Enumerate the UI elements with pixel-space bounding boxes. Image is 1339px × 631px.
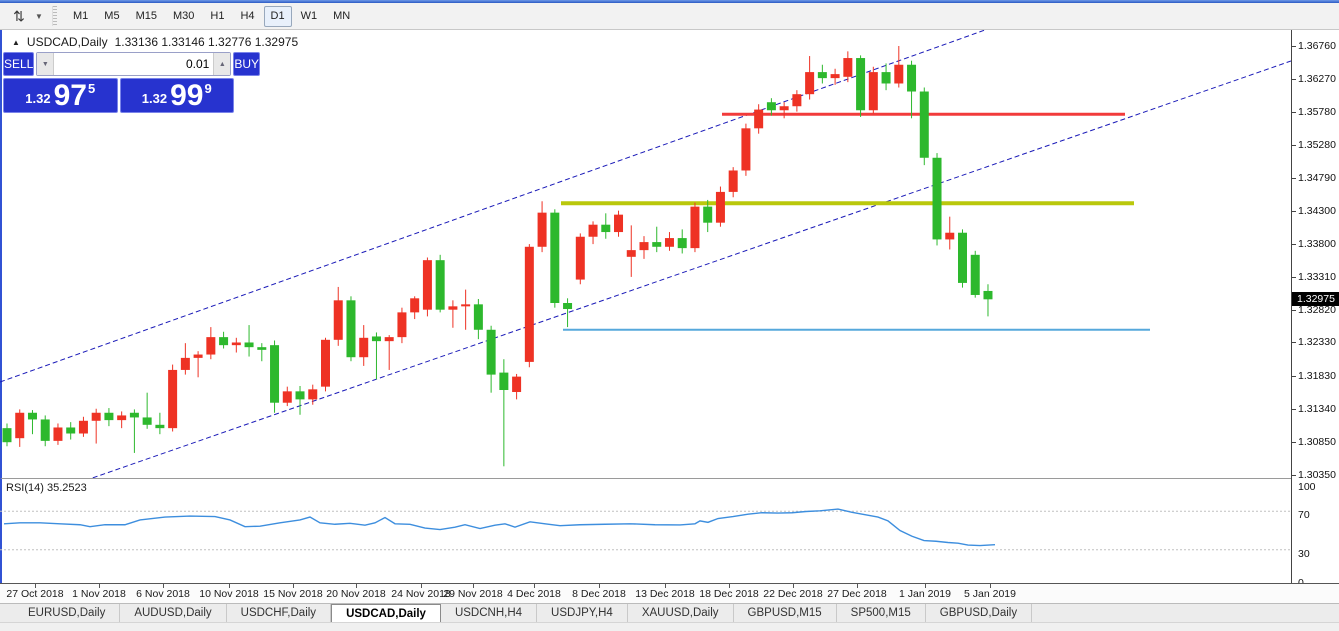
date-axis-label: 18 Dec 2018 xyxy=(699,588,759,600)
timeframe-button-w1[interactable]: W1 xyxy=(294,6,325,27)
date-axis-label: 8 Dec 2018 xyxy=(572,588,626,600)
price-axis-label: 1.33310 xyxy=(1298,271,1336,283)
date-axis-label: 10 Nov 2018 xyxy=(199,588,259,600)
price-axis-label: 1.31340 xyxy=(1298,403,1336,415)
price-axis-label: 1.36270 xyxy=(1298,73,1336,85)
price-axis-label: 1.30350 xyxy=(1298,469,1336,481)
chart-tab-usdcad-daily[interactable]: USDCAD,Daily xyxy=(331,604,441,622)
chart-tab-audusd-daily[interactable]: AUDUSD,Daily xyxy=(120,604,226,622)
timeframe-buttons: M1M5M15M30H1H4D1W1MN xyxy=(65,6,358,27)
price-axis-label: 1.35280 xyxy=(1298,139,1336,151)
timeframe-toolbar: ⇅ ▼ M1M5M15M30H1H4D1W1MN xyxy=(0,3,1339,30)
chart-tab-usdchf-daily[interactable]: USDCHF,Daily xyxy=(227,604,331,622)
date-axis-label: 4 Dec 2018 xyxy=(507,588,561,600)
chart-symbol: USDCAD,Daily xyxy=(27,35,108,49)
timeframe-button-h1[interactable]: H1 xyxy=(203,6,231,27)
date-axis-label: 27 Oct 2018 xyxy=(6,588,63,600)
charts-toolbar-icon[interactable]: ⇅ xyxy=(6,5,32,27)
date-axis-label: 1 Nov 2018 xyxy=(72,588,126,600)
chart-tab-gbpusd-daily[interactable]: GBPUSD,Daily xyxy=(926,604,1032,622)
price-axis-label: 1.33800 xyxy=(1298,238,1336,250)
price-axis-label: 1.36760 xyxy=(1298,40,1336,52)
sell-price-display[interactable]: 1.32 97 5 xyxy=(3,78,118,113)
timeframe-button-mn[interactable]: MN xyxy=(326,6,357,27)
mt4-window: ⇅ ▼ M1M5M15M30H1H4D1W1MN 1.367601.362701… xyxy=(0,0,1339,631)
toolbar-grip[interactable] xyxy=(52,6,57,26)
rsi-axis-label: 70 xyxy=(1298,509,1310,521)
date-axis-label: 6 Nov 2018 xyxy=(136,588,190,600)
chart-tab-usdjpy-h4[interactable]: USDJPY,H4 xyxy=(537,604,628,622)
date-axis-label: 24 Nov 2018 xyxy=(391,588,451,600)
chart-tab-sp500-m15[interactable]: SP500,M15 xyxy=(837,604,926,622)
sell-price-prefix: 1.32 xyxy=(25,91,50,106)
date-axis-label: 13 Dec 2018 xyxy=(635,588,695,600)
date-axis-label: 29 Nov 2018 xyxy=(443,588,503,600)
volume-increase-button[interactable]: ▲ xyxy=(213,53,230,75)
date-axis-label: 5 Jan 2019 xyxy=(964,588,1016,600)
price-axis-label: 1.30850 xyxy=(1298,436,1336,448)
price-axis-label: 1.32330 xyxy=(1298,336,1336,348)
rsi-axis-label: 30 xyxy=(1298,548,1310,560)
price-axis-label: 1.35780 xyxy=(1298,106,1336,118)
timeframe-button-m30[interactable]: M30 xyxy=(166,6,201,27)
volume-input[interactable] xyxy=(54,53,213,75)
timeframe-button-h4[interactable]: H4 xyxy=(233,6,261,27)
sell-price-main: 97 xyxy=(54,82,87,110)
sell-price-pip: 5 xyxy=(88,81,95,96)
buy-price-pip: 9 xyxy=(204,81,211,96)
chart-tab-usdcnh-h4[interactable]: USDCNH,H4 xyxy=(441,604,537,622)
timeframe-button-m5[interactable]: M5 xyxy=(97,6,126,27)
timeframe-button-m15[interactable]: M15 xyxy=(129,6,164,27)
price-axis-label: 1.31830 xyxy=(1298,370,1336,382)
chevron-down-icon[interactable]: ▼ xyxy=(32,5,46,27)
buy-button[interactable]: BUY xyxy=(233,52,260,76)
rsi-label: RSI(14) 35.2523 xyxy=(6,482,87,494)
chart-tab-bar: EURUSD,DailyAUDUSD,DailyUSDCHF,DailyUSDC… xyxy=(0,603,1339,622)
timeframe-button-d1[interactable]: D1 xyxy=(264,6,292,27)
chart-ohlc-values: 1.33136 1.33146 1.32776 1.32975 xyxy=(115,35,299,49)
chart-title: ▲ USDCAD,Daily 1.33136 1.33146 1.32776 1… xyxy=(12,35,298,49)
one-click-trading-widget: SELL ▼ ▲ BUY 1.32 97 5 1.32 99 9 xyxy=(3,52,234,113)
rsi-indicator-panel[interactable] xyxy=(0,478,1291,583)
rsi-axis-label: 100 xyxy=(1298,481,1316,493)
collapse-triangle-icon: ▲ xyxy=(12,38,20,47)
date-axis-label: 15 Nov 2018 xyxy=(263,588,323,600)
sell-button[interactable]: SELL xyxy=(3,52,34,76)
date-axis-label: 20 Nov 2018 xyxy=(326,588,386,600)
date-axis-label: 1 Jan 2019 xyxy=(899,588,951,600)
buy-price-main: 99 xyxy=(170,82,203,110)
date-axis[interactable]: 27 Oct 2018 1 Nov 2018 6 Nov 2018 10 Nov 20… xyxy=(0,583,1339,603)
tab-scrollbar[interactable] xyxy=(0,622,1339,631)
volume-stepper: ▼ ▲ xyxy=(36,52,231,76)
date-axis-label: 22 Dec 2018 xyxy=(763,588,823,600)
price-axis-label: 1.34790 xyxy=(1298,172,1336,184)
price-axis-label: 1.34300 xyxy=(1298,205,1336,217)
price-axis[interactable]: 1.36760 1.36270 1.35780 1.35280 1.34790 1.343… xyxy=(1291,30,1339,583)
date-axis-label: 27 Dec 2018 xyxy=(827,588,887,600)
chart-tab-eurusd-daily[interactable]: EURUSD,Daily xyxy=(14,604,120,622)
current-price-badge: 1.32975 xyxy=(1292,292,1339,306)
chart-tab-gbpusd-m15[interactable]: GBPUSD,M15 xyxy=(734,604,837,622)
buy-price-display[interactable]: 1.32 99 9 xyxy=(120,78,235,113)
buy-price-prefix: 1.32 xyxy=(142,91,167,106)
chart-tab-xauusd-daily[interactable]: XAUUSD,Daily xyxy=(628,604,734,622)
timeframe-button-m1[interactable]: M1 xyxy=(66,6,95,27)
volume-decrease-button[interactable]: ▼ xyxy=(37,53,54,75)
